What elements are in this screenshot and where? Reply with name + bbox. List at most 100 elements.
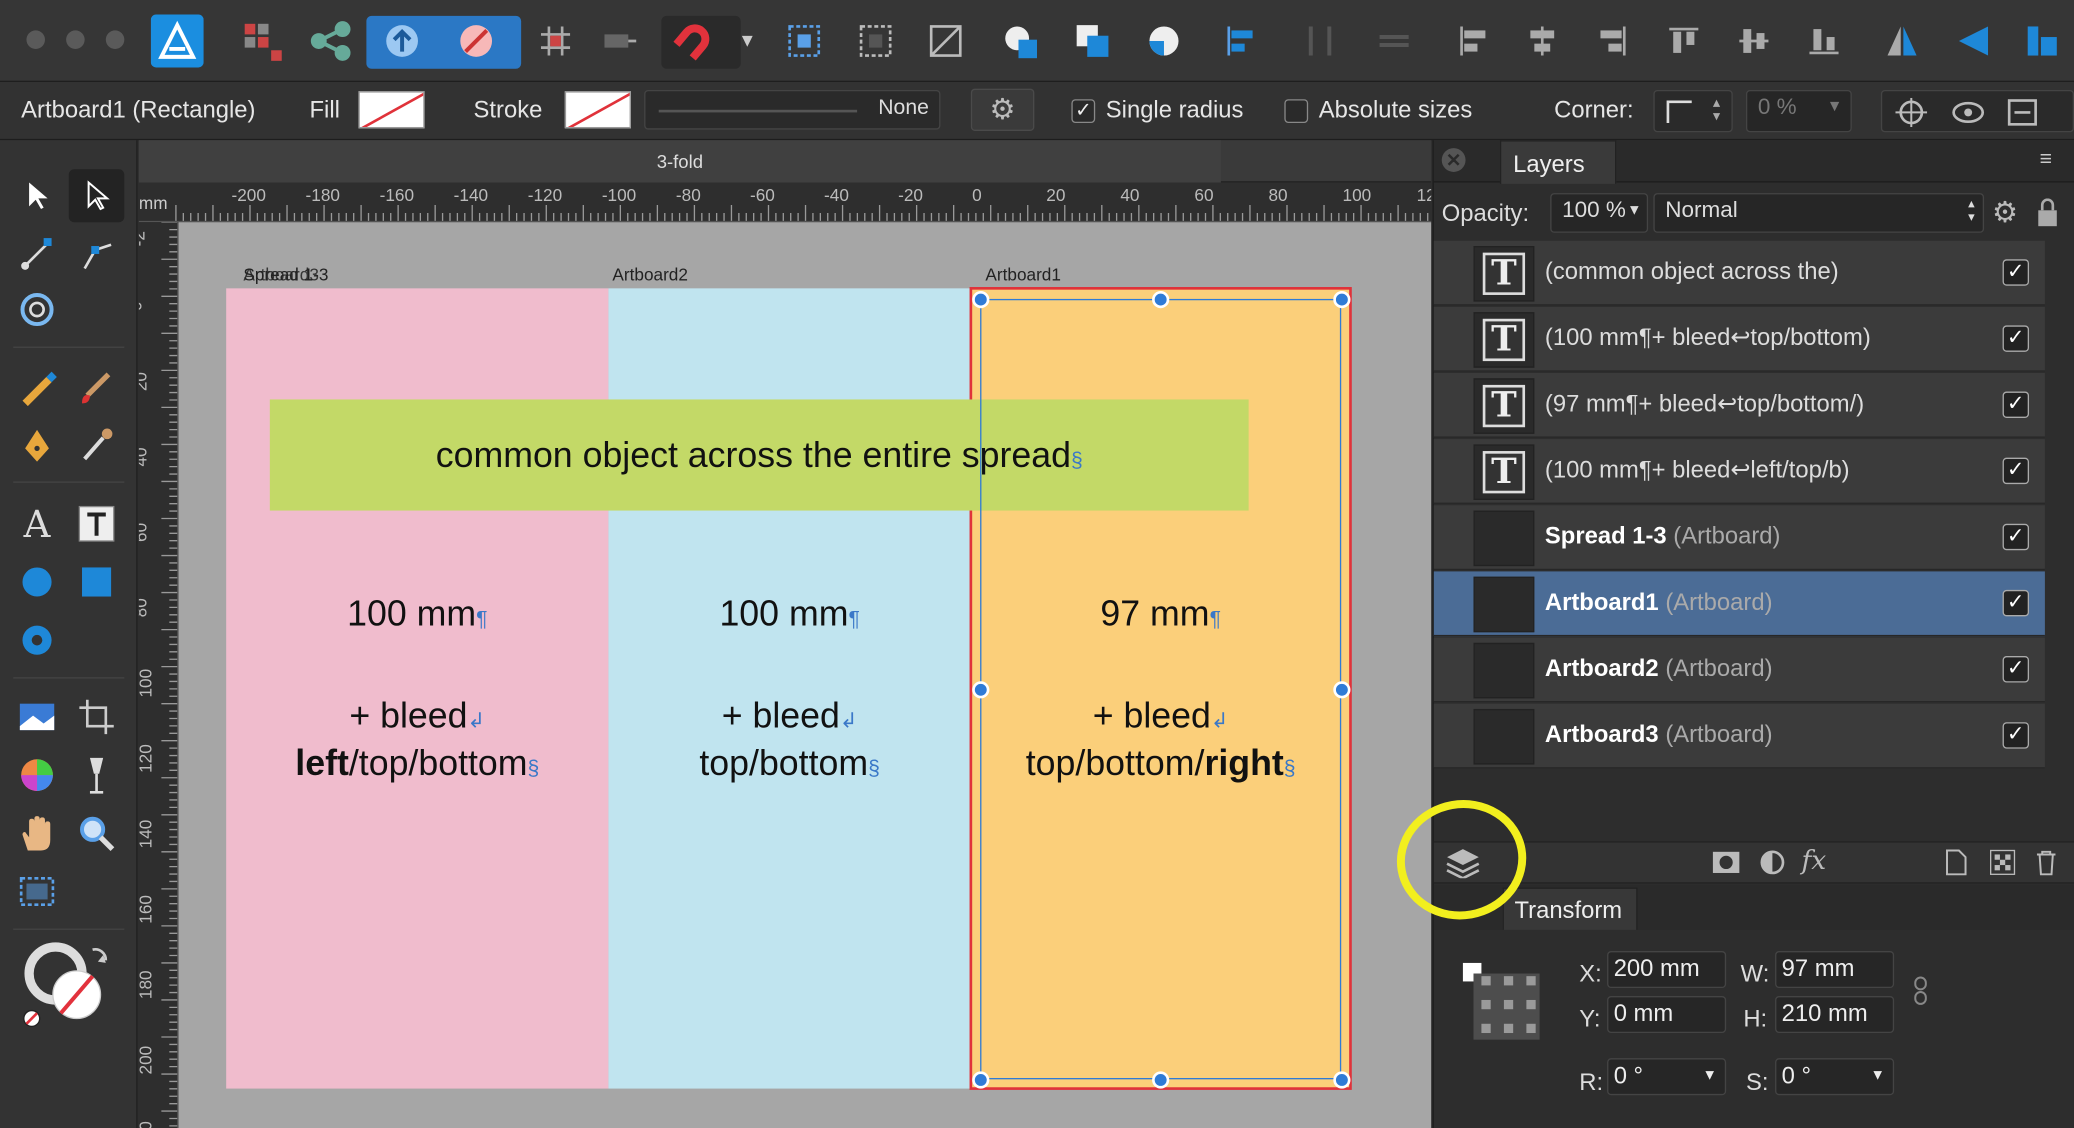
snapping-magnet-icon[interactable]: [667, 12, 720, 70]
fit-icon[interactable]: [2007, 98, 2039, 127]
h-field[interactable]: 210 mm: [1775, 995, 1895, 1034]
frame-text-tool-icon[interactable]: [73, 500, 121, 548]
eye-icon[interactable]: [1951, 98, 1985, 127]
panel-menu-icon[interactable]: ≡: [2040, 148, 2052, 172]
layer-visibility-checkbox[interactable]: ✓: [2002, 391, 2030, 418]
resize-handle-top-right[interactable]: [1333, 290, 1351, 309]
align-right-icon[interactable]: [1586, 12, 1639, 70]
flip-vertical-icon[interactable]: [1947, 12, 2000, 70]
resize-handle-top[interactable]: [1152, 290, 1170, 309]
resize-handle-left[interactable]: [972, 681, 990, 699]
vector-brush-tool-icon[interactable]: [73, 362, 121, 410]
align-left-edges-icon[interactable]: [1447, 12, 1500, 70]
corner-tool-icon[interactable]: [73, 230, 121, 278]
layer-visibility-checkbox[interactable]: ✓: [2002, 259, 2030, 286]
layer-visibility-checkbox[interactable]: ✓: [2002, 722, 2030, 749]
transform-origin-icon[interactable]: [919, 12, 972, 70]
absolute-sizes-checkbox[interactable]: [1284, 99, 1309, 124]
artboard3-size-text[interactable]: 100 mm¶: [226, 590, 608, 644]
shear-field[interactable]: 0 ° ▼: [1775, 1058, 1895, 1096]
boolean-add-icon[interactable]: [995, 12, 1048, 70]
distribute-horizontal-icon[interactable]: [1294, 12, 1347, 70]
layer-visibility-checkbox[interactable]: ✓: [2002, 325, 2030, 352]
layer-row[interactable]: Artboard2 (Artboard) ✓: [1433, 637, 2045, 703]
artistic-text-tool-icon[interactable]: A: [13, 500, 61, 548]
transparency-tool-icon[interactable]: [73, 751, 121, 799]
zoom-window-button[interactable]: [105, 30, 125, 49]
align-left-icon[interactable]: [1214, 12, 1267, 70]
stroke-swatch[interactable]: [564, 91, 631, 129]
slice-tool-icon[interactable]: [13, 868, 61, 916]
layer-row[interactable]: T (common object across the) ✓: [1433, 240, 2045, 306]
snapping-grid-icon[interactable]: [529, 12, 582, 70]
fill-stroke-selector[interactable]: [19, 939, 125, 1032]
layer-visibility-checkbox[interactable]: ✓: [2002, 457, 2030, 485]
stroke-style-slider[interactable]: None: [644, 89, 941, 130]
w-field[interactable]: 97 mm: [1775, 951, 1895, 989]
align-top-icon[interactable]: [1657, 12, 1710, 70]
resize-handle-bottom[interactable]: [1152, 1071, 1170, 1089]
mask-icon[interactable]: [1712, 849, 1741, 875]
opacity-field[interactable]: 100 % ▼: [1550, 193, 1649, 233]
canvas[interactable]: Spread 1-3 Artboard3 Artboard2 Artboard1…: [178, 222, 1432, 1128]
close-window-button[interactable]: [26, 30, 45, 49]
resize-handle-bottom-right[interactable]: [1333, 1071, 1351, 1089]
point-transform-tool-icon[interactable]: [13, 230, 61, 278]
crosshair-icon[interactable]: [1895, 97, 1928, 127]
boolean-subtract-icon[interactable]: [1066, 12, 1119, 70]
adjustment-icon[interactable]: [1759, 849, 1785, 875]
place-image-tool-icon[interactable]: [13, 693, 61, 741]
corner-radius-field[interactable]: 0 % ▼: [1745, 89, 1852, 133]
y-field[interactable]: 0 mm: [1607, 995, 1727, 1034]
artboard3-sides-text[interactable]: left/top/bottom§: [226, 739, 608, 793]
cloud-upload-icon[interactable]: [376, 12, 429, 70]
rotate-icon[interactable]: [2013, 12, 2066, 70]
resize-handle-top-left[interactable]: [972, 290, 990, 309]
boolean-intersect-icon[interactable]: [1138, 12, 1191, 70]
node-tool-icon[interactable]: [73, 172, 121, 220]
single-radius-checkbox[interactable]: ✓: [1071, 99, 1096, 124]
corner-type-select[interactable]: ▴ ▾: [1653, 89, 1733, 133]
select-inside-icon[interactable]: [778, 12, 831, 70]
export-persona-icon[interactable]: [304, 12, 357, 70]
resize-handle-right[interactable]: [1333, 681, 1351, 699]
align-bottom-icon[interactable]: [1798, 12, 1851, 70]
fill-swatch[interactable]: [358, 91, 425, 129]
artboard2-sides-text[interactable]: top/bottom§: [608, 739, 970, 793]
align-center-icon[interactable]: [1516, 12, 1569, 70]
delete-layer-icon[interactable]: [2034, 849, 2058, 876]
contour-tool-icon[interactable]: [13, 286, 61, 334]
select-intersect-icon[interactable]: [849, 12, 902, 70]
minimize-window-button[interactable]: [66, 30, 85, 49]
layer-row[interactable]: T (100 mm¶+ bleed↩left/top/b) ✓: [1433, 439, 2045, 504]
layer-visibility-checkbox[interactable]: ✓: [2002, 523, 2030, 551]
fill-tool-icon[interactable]: [73, 421, 121, 469]
move-tool-icon[interactable]: [13, 172, 61, 220]
rectangle-tool-icon[interactable]: [73, 558, 121, 606]
align-middle-icon[interactable]: [1727, 12, 1780, 70]
pixel-layer-icon[interactable]: [1989, 849, 2016, 875]
layer-row[interactable]: Spread 1-3 (Artboard) ✓: [1433, 505, 2045, 571]
view-hand-tool-icon[interactable]: [13, 809, 61, 857]
designer-persona-icon[interactable]: [150, 12, 204, 70]
artboard-tool-icon[interactable]: [73, 693, 121, 741]
artboard2-size-text[interactable]: 100 mm¶: [608, 590, 970, 644]
artboard3-bleed-text[interactable]: + bleed↲: [226, 692, 608, 746]
zoom-tool-icon[interactable]: [73, 809, 121, 857]
layer-row[interactable]: T (97 mm¶+ bleed↩top/bottom/) ✓: [1433, 373, 2045, 438]
artboard2-bleed-text[interactable]: + bleed↲: [608, 692, 970, 746]
new-layer-icon[interactable]: [1944, 849, 1968, 876]
flip-horizontal-icon[interactable]: [1876, 12, 1929, 70]
gear-icon[interactable]: ⚙: [970, 88, 1035, 131]
distribute-vertical-icon[interactable]: [1368, 12, 1421, 70]
pencil-tool-icon[interactable]: [13, 362, 61, 410]
layer-row[interactable]: Artboard3 (Artboard) ✓: [1433, 703, 2045, 769]
layer-visibility-checkbox[interactable]: ✓: [2002, 589, 2030, 617]
document-tab[interactable]: 3-fold: [138, 140, 1221, 183]
anchor-selector[interactable]: [1462, 962, 1548, 1045]
pixel-persona-icon[interactable]: [235, 12, 288, 70]
lock-icon[interactable]: [2037, 198, 2058, 227]
pen-tool-icon[interactable]: [13, 421, 61, 469]
layer-row[interactable]: T (100 mm¶+ bleed↩top/bottom) ✓: [1433, 306, 2045, 372]
link-aspect-icon[interactable]: [1913, 976, 1929, 1005]
